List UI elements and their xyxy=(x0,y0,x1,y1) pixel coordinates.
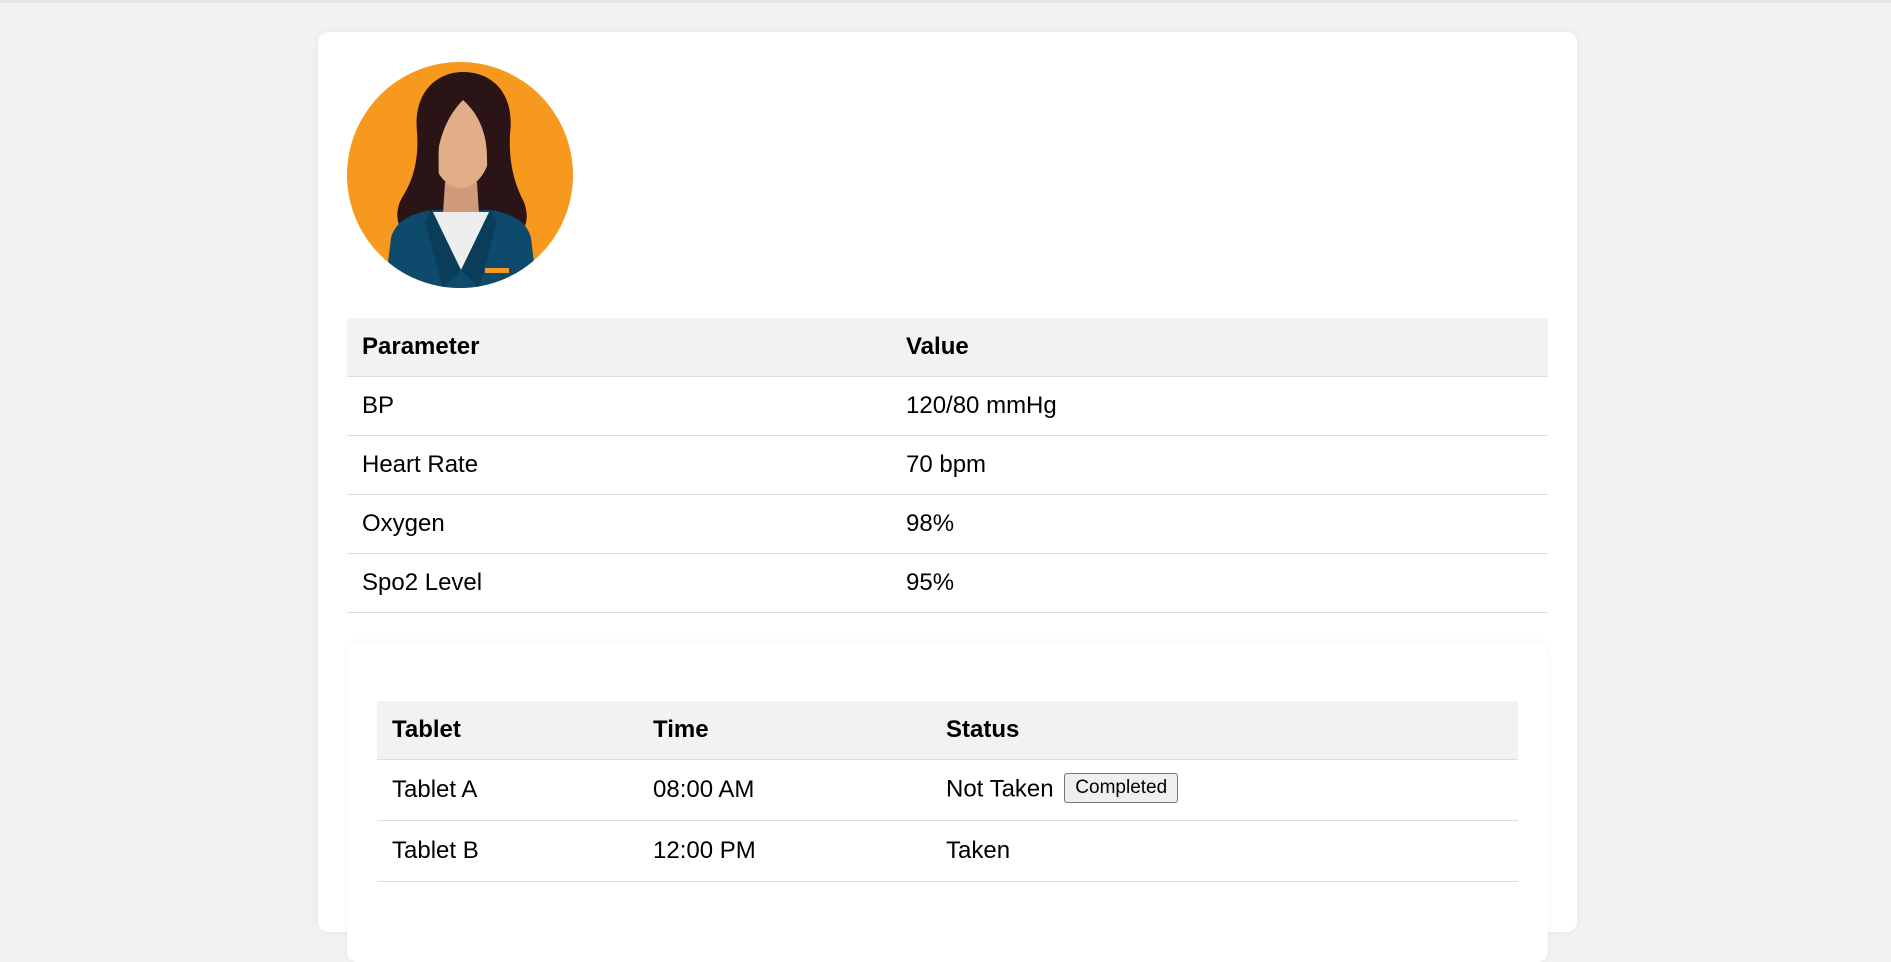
table-row: Tablet A 08:00 AM Not Taken Completed xyxy=(377,759,1518,821)
time-cell: 12:00 PM xyxy=(638,820,931,882)
time-cell: 08:00 AM xyxy=(638,759,931,821)
medication-table: Tablet Time Status Tablet A 08:00 AM Not… xyxy=(377,701,1518,882)
medication-panel: Tablet Time Status Tablet A 08:00 AM Not… xyxy=(347,642,1548,962)
column-header-parameter: Parameter xyxy=(347,318,891,377)
table-row: Heart Rate 70 bpm xyxy=(347,435,1548,495)
status-cell: Not Taken Completed xyxy=(931,759,1518,821)
completed-button[interactable]: Completed xyxy=(1064,773,1179,803)
patient-card: Parameter Value BP 120/80 mmHg Heart Rat… xyxy=(318,32,1577,962)
table-header-row: Tablet Time Status xyxy=(377,701,1518,760)
female-avatar-icon xyxy=(347,62,573,288)
top-border xyxy=(0,0,1891,3)
column-header-tablet: Tablet xyxy=(377,701,638,760)
value-cell: 95% xyxy=(891,553,1548,613)
table-header-row: Parameter Value xyxy=(347,318,1548,377)
value-cell: 98% xyxy=(891,494,1548,554)
vitals-table: Parameter Value BP 120/80 mmHg Heart Rat… xyxy=(347,318,1548,613)
table-row: BP 120/80 mmHg xyxy=(347,376,1548,436)
status-cell: Taken xyxy=(931,820,1518,882)
status-text: Not Taken xyxy=(946,775,1054,803)
table-row: Spo2 Level 95% xyxy=(347,553,1548,613)
table-row: Tablet B 12:00 PM Taken xyxy=(377,820,1518,882)
value-cell: 120/80 mmHg xyxy=(891,376,1548,436)
status-text: Taken xyxy=(946,837,1011,864)
column-header-time: Time xyxy=(638,701,931,760)
value-cell: 70 bpm xyxy=(891,435,1548,495)
parameter-cell: Oxygen xyxy=(347,494,891,554)
tablet-cell: Tablet B xyxy=(377,820,638,882)
profile-avatar xyxy=(347,62,573,288)
column-header-value: Value xyxy=(891,318,1548,377)
tablet-cell: Tablet A xyxy=(377,759,638,821)
parameter-cell: Spo2 Level xyxy=(347,553,891,613)
table-row: Oxygen 98% xyxy=(347,494,1548,554)
column-header-status: Status xyxy=(931,701,1518,760)
parameter-cell: Heart Rate xyxy=(347,435,891,495)
parameter-cell: BP xyxy=(347,376,891,436)
